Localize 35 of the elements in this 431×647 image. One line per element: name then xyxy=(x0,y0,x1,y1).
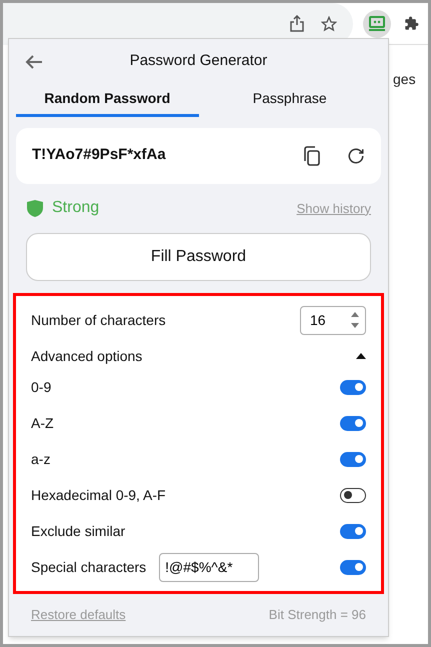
number-field[interactable]: 16 xyxy=(300,306,366,335)
popup-title: Password Generator xyxy=(130,50,268,71)
special-characters-field[interactable]: !@#$%^&* xyxy=(159,552,260,582)
option-label: Special characters xyxy=(31,558,146,577)
option-label: Advanced options xyxy=(31,346,142,366)
toggle-switch[interactable] xyxy=(340,416,366,431)
strength-label: Strong xyxy=(52,198,100,218)
tab[interactable]: Passphrase xyxy=(198,82,381,117)
robot-icon xyxy=(368,16,386,32)
spinner-icon[interactable] xyxy=(350,311,360,330)
puzzle-icon[interactable] xyxy=(404,16,419,31)
bit-strength-text: Bit Strength = 96 xyxy=(268,606,366,624)
toggle-switch[interactable] xyxy=(340,380,366,395)
copy-icon[interactable] xyxy=(303,146,321,166)
option-label: 0-9 xyxy=(31,378,52,397)
back-arrow-icon[interactable] xyxy=(25,54,43,70)
toggle-switch[interactable] xyxy=(340,560,366,575)
star-icon[interactable] xyxy=(321,16,337,32)
tab[interactable]: Random Password xyxy=(16,82,198,117)
share-icon[interactable] xyxy=(290,15,304,32)
option-label: Exclude similar xyxy=(31,522,126,541)
option-label: a-z xyxy=(31,450,50,469)
extension-button[interactable] xyxy=(363,10,391,38)
caret-icon[interactable] xyxy=(356,353,366,360)
toggle-switch[interactable] xyxy=(340,488,366,503)
fill-password-button[interactable]: Fill Password xyxy=(26,233,371,282)
page-text: ges xyxy=(393,70,416,89)
option-label: Hexadecimal 0-9, A-F xyxy=(31,486,166,505)
refresh-icon[interactable] xyxy=(347,146,365,165)
password-text: T!YAo7#9PsF*xfAa xyxy=(32,145,166,166)
option-label: A-Z xyxy=(31,414,54,433)
toggle-switch[interactable] xyxy=(340,452,366,467)
toggle-switch[interactable] xyxy=(340,524,366,539)
shield-icon xyxy=(26,198,44,218)
option-label: Number of characters xyxy=(31,310,166,330)
